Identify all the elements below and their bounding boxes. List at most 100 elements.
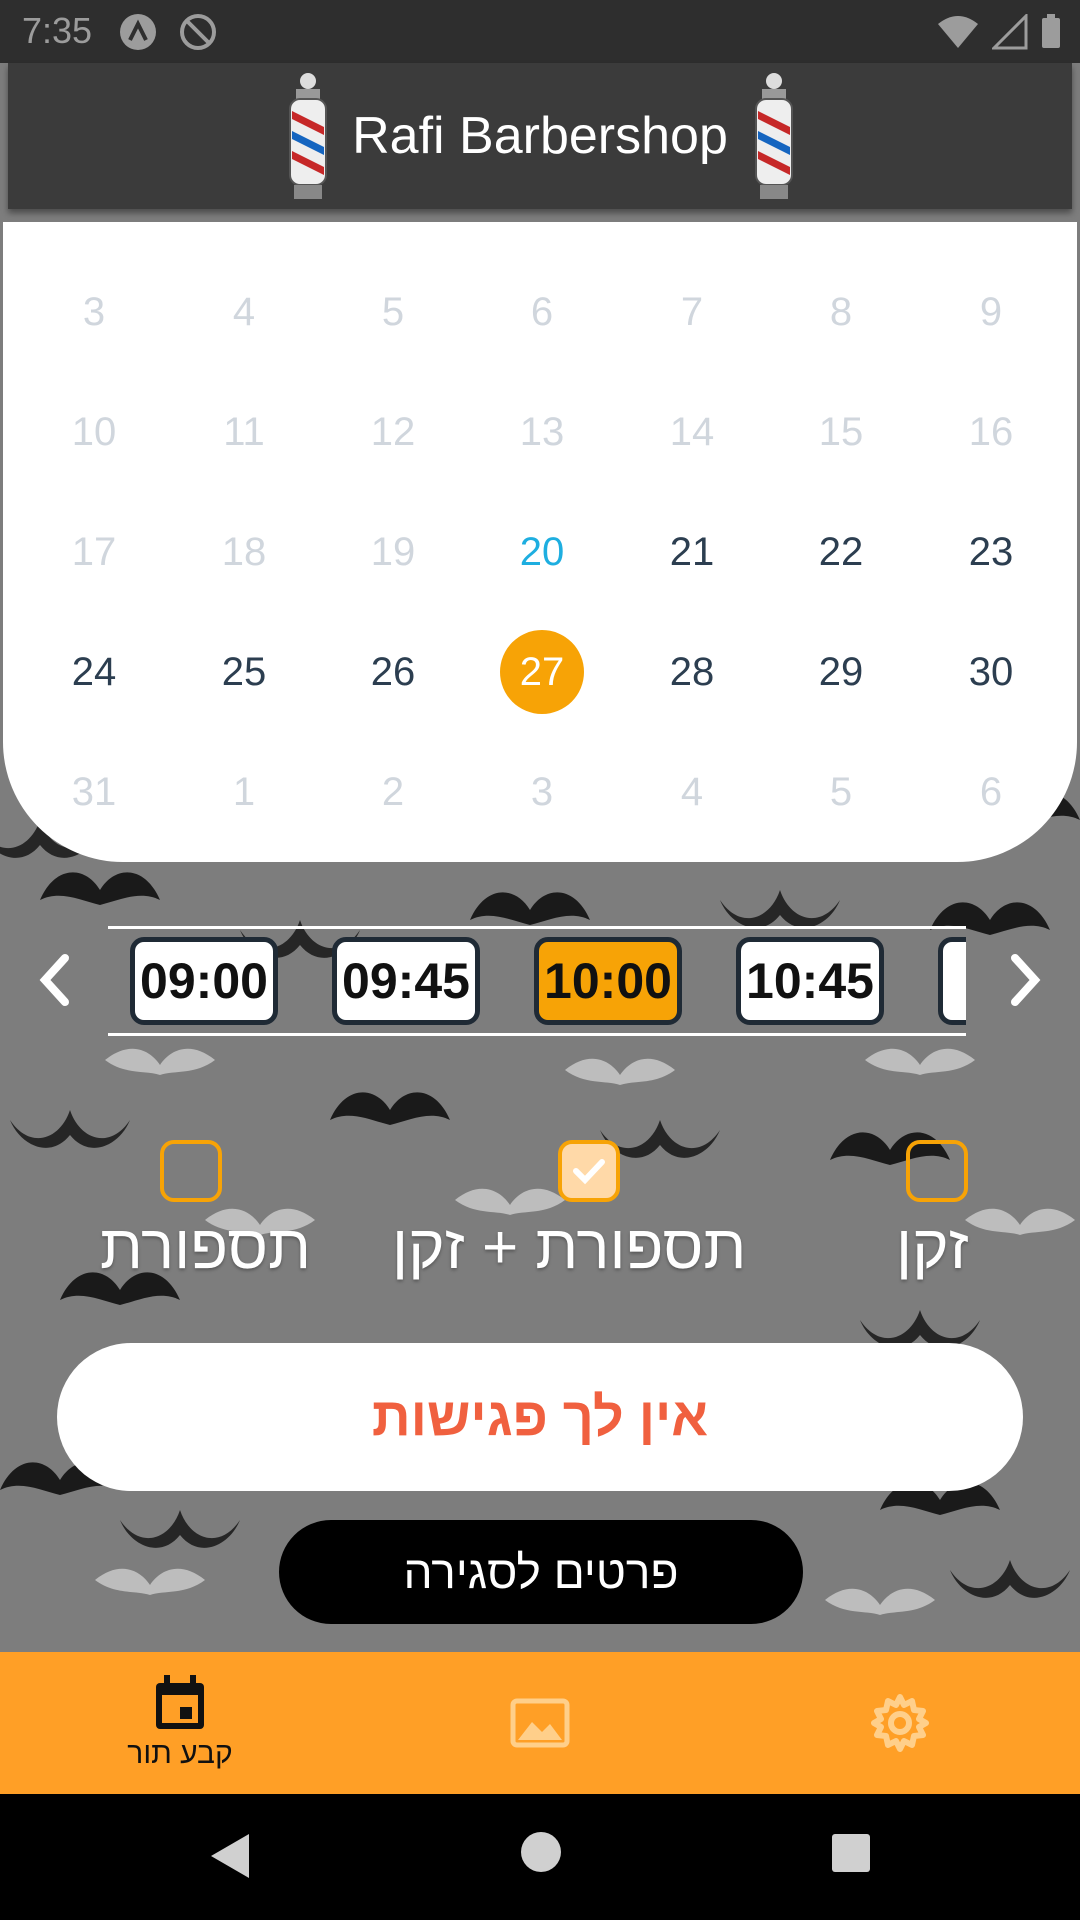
status-bar: 7:35 — [0, 0, 1080, 63]
service-checkbox-beard[interactable] — [906, 1140, 968, 1202]
calendar-week-row: 31 1 2 3 4 5 6 — [3, 752, 1077, 832]
calendar-day: 4 — [617, 752, 767, 832]
calendar-day-number: 4 — [680, 769, 704, 814]
calendar-day-number: 5 — [829, 769, 853, 814]
calendar-day-number: 4 — [232, 289, 256, 334]
calendar-day: 13 — [467, 392, 617, 472]
calendar-week-row: 24 25 26 27 28 29 30 — [3, 630, 1077, 714]
calendar-day: 2 — [318, 752, 468, 832]
calendar-day-number: 26 — [370, 649, 416, 694]
app-header: Rafi Barbershop — [8, 63, 1072, 209]
slots-next-button[interactable] — [1000, 950, 1050, 1010]
calendar-day: 16 — [916, 392, 1066, 472]
wifi-icon — [938, 16, 978, 48]
time-slot-selected[interactable]: 10:00 — [534, 937, 682, 1025]
calendar-day: 9 — [916, 272, 1066, 352]
bottom-navigation: קבע תור — [0, 1652, 1080, 1794]
calendar-grid: 3 4 5 6 7 8 9 10 11 12 13 14 15 16 17 18 19 20 21 22 23 24 25 2… — [3, 222, 1077, 862]
gallery-icon — [510, 1698, 570, 1748]
calendar-day: 1 — [169, 752, 319, 832]
calendar-day-number: 3 — [82, 289, 106, 334]
system-navigation-bar — [0, 1794, 1080, 1920]
nav-item-gallery[interactable] — [360, 1652, 720, 1794]
calendar-day-number: 3 — [530, 769, 554, 814]
status-time: 7:35 — [22, 10, 93, 51]
calendar-day: 8 — [766, 272, 916, 352]
calendar-day-selected[interactable]: 27 — [467, 630, 617, 714]
calendar-day: 6 — [916, 752, 1066, 832]
check-icon — [573, 1159, 605, 1185]
calendar-day-number: 1 — [232, 769, 256, 814]
calendar-day[interactable]: 25 — [169, 632, 319, 712]
calendar-day: 11 — [169, 392, 319, 472]
calendar-day-number: 7 — [680, 289, 704, 334]
calendar-day-number: 30 — [968, 649, 1014, 694]
calendar-day: 6 — [467, 272, 617, 352]
notification-a-icon — [120, 14, 156, 50]
calendar-day-number: 6 — [979, 769, 1003, 814]
calendar-day[interactable]: 26 — [318, 632, 468, 712]
calendar-day-number: 18 — [221, 529, 267, 574]
time-slot[interactable]: 1 — [938, 937, 966, 1025]
calendar-day-number: 8 — [829, 289, 853, 334]
calendar-week-row: 3 4 5 6 7 8 9 — [3, 272, 1077, 352]
time-slot[interactable]: 10:45 — [736, 937, 884, 1025]
calendar-day-number: 20 — [519, 529, 565, 574]
calendar-day[interactable]: 30 — [916, 632, 1066, 712]
back-icon[interactable] — [205, 1830, 255, 1882]
home-icon[interactable] — [519, 1830, 563, 1874]
calendar-day-number: 27 — [500, 630, 584, 714]
calendar-day-today[interactable]: 20 — [467, 512, 617, 592]
service-label-haircut-beard: תספורת + זקן — [392, 1213, 747, 1282]
time-slot[interactable]: 09:00 — [130, 937, 278, 1025]
time-slot[interactable]: 09:45 — [332, 937, 480, 1025]
closing-details-button[interactable]: פרטים לסגירה — [279, 1520, 803, 1624]
calendar-day-number: 5 — [381, 289, 405, 334]
calendar-day: 4 — [169, 272, 319, 352]
calendar-day-number: 9 — [979, 289, 1003, 334]
chevron-left-icon — [39, 954, 69, 1006]
calendar-week-row: 17 18 19 20 21 22 23 — [3, 512, 1077, 592]
calendar-icon — [156, 1675, 204, 1729]
calendar-day-number: 14 — [669, 409, 715, 454]
calendar-day-number: 22 — [818, 529, 864, 574]
calendar-day[interactable]: 24 — [19, 632, 169, 712]
service-checkbox-haircut[interactable] — [160, 1140, 222, 1202]
calendar-day-number: 16 — [968, 409, 1014, 454]
calendar-day[interactable]: 29 — [766, 632, 916, 712]
nav-label-book-appointment: קבע תור — [127, 1737, 233, 1770]
chevron-right-icon — [1011, 954, 1041, 1006]
recents-icon[interactable] — [830, 1832, 872, 1874]
calendar-day-number: 12 — [370, 409, 416, 454]
calendar-day: 12 — [318, 392, 468, 472]
calendar-day-number: 13 — [519, 409, 565, 454]
service-label-beard: זקן — [896, 1213, 969, 1282]
app-title: Rafi Barbershop — [352, 107, 728, 165]
calendar-day-number: 23 — [968, 529, 1014, 574]
calendar-week-row: 10 11 12 13 14 15 16 — [3, 392, 1077, 472]
slots-prev-button[interactable] — [30, 950, 80, 1010]
calendar-day: 3 — [19, 272, 169, 352]
time-slots-strip[interactable]: 09:00 09:45 10:00 10:45 1 — [108, 926, 966, 1036]
nav-item-settings[interactable] — [720, 1652, 1080, 1794]
service-checkbox-haircut-beard[interactable] — [558, 1140, 620, 1202]
calendar-day-number: 21 — [669, 529, 715, 574]
calendar-day: 15 — [766, 392, 916, 472]
calendar-day-number: 19 — [370, 529, 416, 574]
calendar-day: 5 — [766, 752, 916, 832]
calendar-day-number: 2 — [381, 769, 405, 814]
calendar-day: 17 — [19, 512, 169, 592]
calendar-day: 10 — [19, 392, 169, 472]
calendar-day[interactable]: 28 — [617, 632, 767, 712]
status-system-icons — [936, 14, 1062, 50]
calendar-day[interactable]: 22 — [766, 512, 916, 592]
calendar-day: 3 — [467, 752, 617, 832]
calendar-day[interactable]: 23 — [916, 512, 1066, 592]
calendar-day: 7 — [617, 272, 767, 352]
do-not-disturb-icon — [180, 14, 216, 50]
status-notification-icons — [118, 12, 218, 52]
nav-item-book-appointment[interactable]: קבע תור — [0, 1652, 360, 1794]
calendar-day[interactable]: 21 — [617, 512, 767, 592]
appointments-message[interactable]: אין לך פגישות — [57, 1343, 1023, 1491]
calendar-day: 18 — [169, 512, 319, 592]
